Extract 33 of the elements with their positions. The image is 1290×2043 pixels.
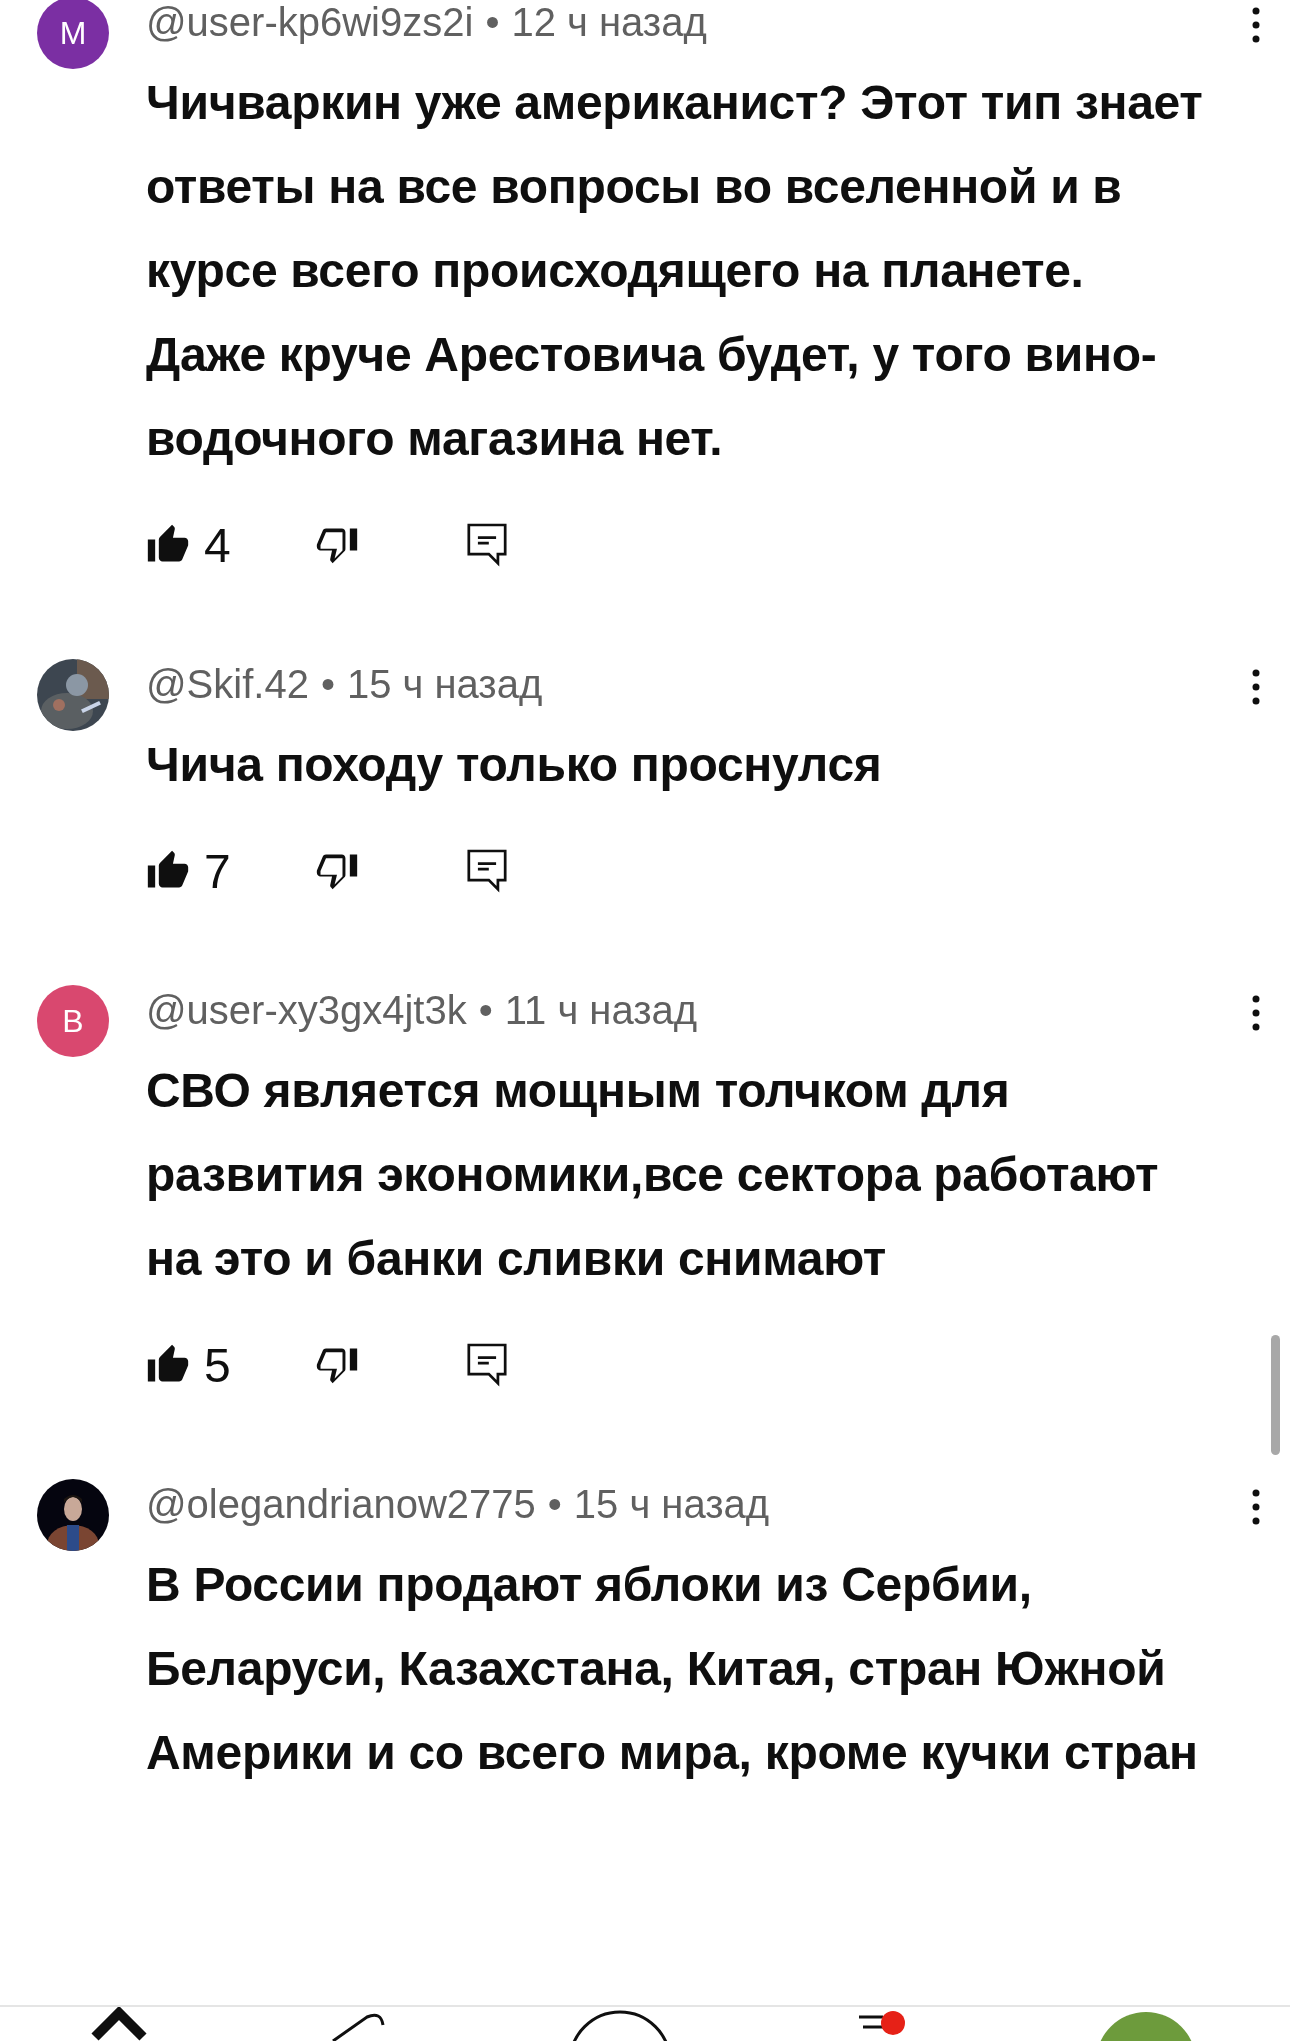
reply-icon: [467, 849, 507, 893]
username[interactable]: @user-kp6wi9zs2i: [146, 0, 474, 45]
comment-text: Чича походу только проснулся: [146, 737, 883, 793]
separator: •: [485, 0, 500, 45]
more-options-icon[interactable]: [1251, 667, 1261, 707]
more-options-icon[interactable]: [1251, 1487, 1261, 1527]
home-icon[interactable]: [89, 2007, 149, 2043]
username[interactable]: @user-xy3gx4jt3k: [146, 987, 467, 1033]
more-options-icon[interactable]: [1251, 993, 1261, 1033]
more-options-icon[interactable]: [1251, 5, 1261, 45]
reply-button[interactable]: [467, 849, 507, 893]
separator: •: [547, 1481, 562, 1527]
separator: •: [320, 661, 335, 707]
like-button[interactable]: 4: [146, 517, 315, 573]
timestamp: 11 ч назад: [504, 987, 698, 1033]
reply-icon: [467, 1343, 507, 1387]
username[interactable]: @olegandrianow2775: [146, 1481, 536, 1527]
comment-text: В России продают яблоки из Сербии, Беларуси, Казахстана, Китая, стран Южной Америки и со всего мира, кроме кучки стран: [146, 1557, 1199, 1781]
comment-text: СВО является мощным толчком для развития экономики,все сектора работают на это и банки сливки снимают: [146, 1063, 1160, 1287]
timestamp: 12 ч назад: [511, 0, 707, 45]
avatar[interactable]: M: [37, 0, 109, 69]
username[interactable]: @Skif.42: [146, 661, 309, 707]
scrollbar[interactable]: [1271, 1335, 1280, 1455]
reply-icon: [467, 523, 507, 567]
like-button[interactable]: 7: [146, 843, 315, 899]
reply-button[interactable]: [467, 1343, 507, 1387]
comment-text: Чичваркин уже американист? Этот тип знает ответы на все вопросы во вселенной и в курсе всего происходящего на планете. Даже круче Арестовича будет, у того вино-водочного магазина нет.: [146, 75, 1204, 467]
timestamp: 15 ч назад: [573, 1481, 770, 1527]
like-button[interactable]: 5: [146, 1337, 315, 1393]
reply-button[interactable]: [467, 523, 507, 567]
timestamp: 15 ч назад: [346, 661, 543, 707]
avatar[interactable]: В: [37, 985, 109, 1057]
separator: •: [478, 987, 493, 1033]
